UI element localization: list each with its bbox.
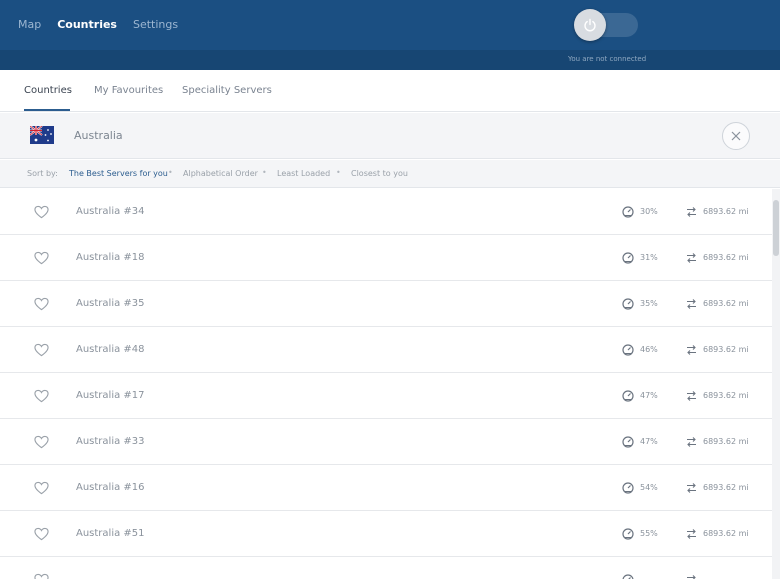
sort-alphabetical[interactable]: Alphabetical Order	[183, 169, 258, 178]
distance-icon	[687, 207, 696, 217]
server-list: Australia #34 30% 6893.62 mi Australia #18 3…	[0, 189, 772, 579]
server-name: Australia #48	[76, 344, 145, 355]
australia-flag-icon	[30, 126, 54, 144]
server-row[interactable]: Australia #16 54% 6893.62 mi	[0, 465, 772, 511]
server-load: 47%	[640, 391, 658, 400]
server-load: 54%	[640, 483, 658, 492]
sort-separator: •	[168, 168, 173, 177]
server-distance: 6893.62 mi	[703, 299, 749, 308]
active-tab-indicator	[24, 109, 70, 111]
server-load: 46%	[640, 345, 658, 354]
sort-separator: •	[336, 168, 341, 177]
sort-separator: •	[262, 168, 267, 177]
server-row[interactable]	[0, 557, 772, 579]
server-distance: 6893.62 mi	[703, 483, 749, 492]
load-gauge-icon	[622, 206, 634, 218]
server-row[interactable]: Australia #34 30% 6893.62 mi	[0, 189, 772, 235]
heart-icon[interactable]	[34, 389, 49, 403]
server-name: Australia #18	[76, 252, 145, 263]
country-search-bar	[0, 113, 780, 159]
scrollbar-thumb[interactable]	[773, 200, 779, 256]
distance-icon	[687, 391, 696, 401]
server-name: Australia #35	[76, 298, 145, 309]
server-load: 30%	[640, 207, 658, 216]
heart-icon[interactable]	[34, 343, 49, 357]
server-row[interactable]: Australia #18 31% 6893.62 mi	[0, 235, 772, 281]
tab-bar: Countries My Favourites Speciality Serve…	[0, 70, 780, 112]
load-gauge-icon	[622, 482, 634, 494]
load-gauge-icon	[622, 436, 634, 448]
distance-icon	[687, 345, 696, 355]
server-distance: 6893.62 mi	[703, 529, 749, 538]
sort-least-loaded[interactable]: Least Loaded	[277, 169, 330, 178]
heart-icon[interactable]	[34, 481, 49, 495]
connect-toggle[interactable]	[574, 9, 606, 41]
nav-map[interactable]: Map	[18, 18, 41, 31]
distance-icon	[687, 299, 696, 309]
status-strip	[0, 50, 780, 70]
tab-countries[interactable]: Countries	[24, 85, 72, 96]
server-load: 47%	[640, 437, 658, 446]
server-row[interactable]: Australia #33 47% 6893.62 mi	[0, 419, 772, 465]
connection-status: You are not connected	[568, 55, 647, 63]
server-distance: 6893.62 mi	[703, 437, 749, 446]
heart-icon[interactable]	[34, 527, 49, 541]
close-icon	[731, 131, 741, 141]
main-nav: Map Countries Settings	[18, 18, 178, 31]
power-icon	[584, 18, 596, 32]
heart-icon[interactable]	[34, 297, 49, 311]
server-row[interactable]: Australia #35 35% 6893.62 mi	[0, 281, 772, 327]
load-gauge-icon	[622, 390, 634, 402]
load-gauge-icon	[622, 252, 634, 264]
load-gauge-icon	[622, 574, 634, 579]
tab-speciality-servers[interactable]: Speciality Servers	[182, 85, 272, 96]
server-distance: 6893.62 mi	[703, 345, 749, 354]
heart-icon[interactable]	[34, 435, 49, 449]
distance-icon	[687, 529, 696, 539]
server-load: 55%	[640, 529, 658, 538]
server-distance: 6893.62 mi	[703, 207, 749, 216]
server-load: 31%	[640, 253, 658, 262]
distance-icon	[687, 437, 696, 447]
clear-search-button[interactable]	[722, 122, 750, 150]
distance-icon	[687, 483, 696, 493]
load-gauge-icon	[622, 344, 634, 356]
server-name: Australia #17	[76, 390, 145, 401]
server-row[interactable]: Australia #48 46% 6893.62 mi	[0, 327, 772, 373]
heart-icon[interactable]	[34, 205, 49, 219]
tab-my-favourites[interactable]: My Favourites	[94, 85, 163, 96]
country-search-input[interactable]	[74, 129, 474, 142]
heart-icon[interactable]	[34, 251, 49, 265]
heart-icon[interactable]	[34, 573, 49, 579]
server-distance: 6893.62 mi	[703, 253, 749, 262]
server-name: Australia #16	[76, 482, 145, 493]
server-name: Australia #51	[76, 528, 145, 539]
server-name: Australia #34	[76, 206, 145, 217]
distance-icon	[687, 575, 696, 579]
sort-label: Sort by:	[27, 169, 58, 178]
server-name: Australia #33	[76, 436, 145, 447]
sort-best-servers[interactable]: The Best Servers for you	[69, 169, 168, 178]
server-row[interactable]: Australia #51 55% 6893.62 mi	[0, 511, 772, 557]
load-gauge-icon	[622, 528, 634, 540]
nav-countries[interactable]: Countries	[57, 18, 117, 31]
load-gauge-icon	[622, 298, 634, 310]
sort-closest[interactable]: Closest to you	[351, 169, 408, 178]
server-row[interactable]: Australia #17 47% 6893.62 mi	[0, 373, 772, 419]
sort-bar: Sort by: The Best Servers for you • Alph…	[0, 160, 780, 188]
server-distance: 6893.62 mi	[703, 391, 749, 400]
nav-settings[interactable]: Settings	[133, 18, 178, 31]
server-load: 35%	[640, 299, 658, 308]
distance-icon	[687, 253, 696, 263]
